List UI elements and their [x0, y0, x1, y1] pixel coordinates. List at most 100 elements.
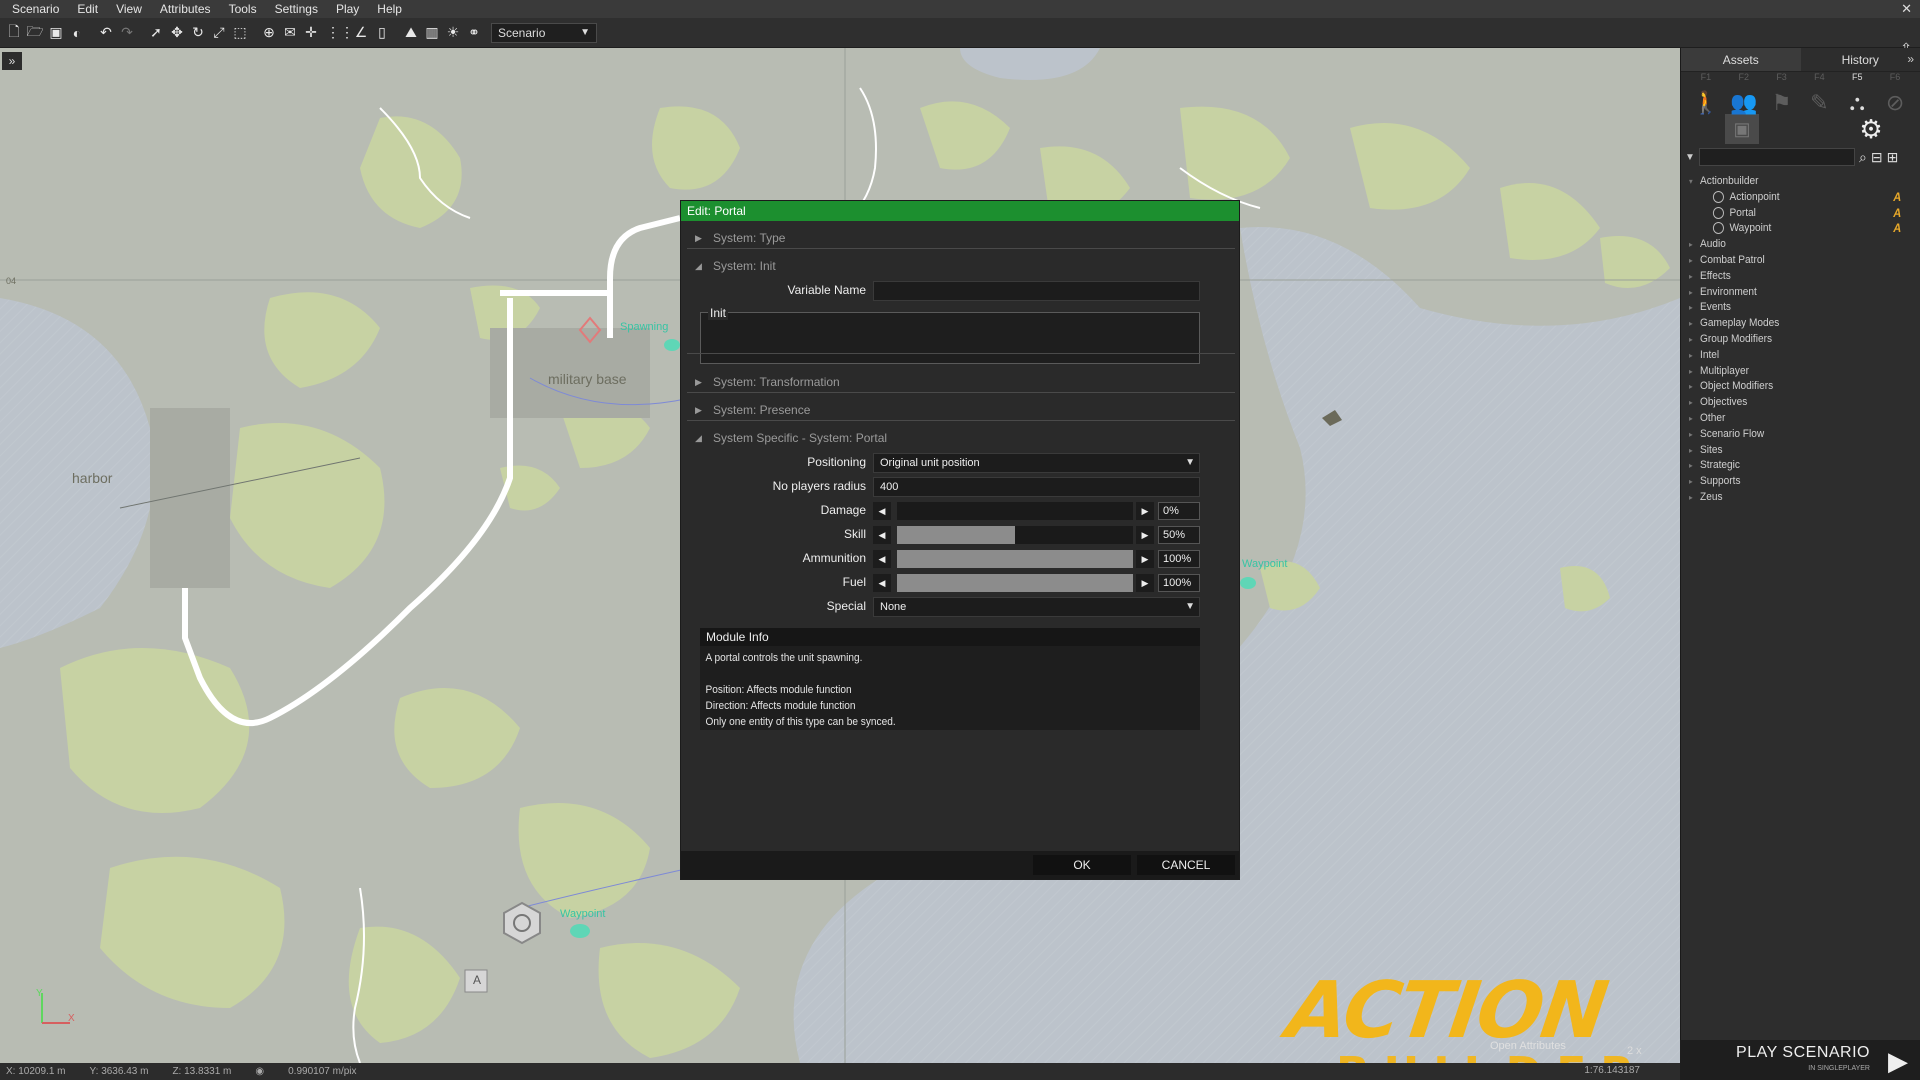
damage-track[interactable] — [897, 502, 1133, 520]
caret-right-icon[interactable]: ▸ — [1689, 237, 1700, 253]
tree-item[interactable]: ▸ Other — [1689, 411, 1902, 427]
caret-right-icon[interactable]: ▸ — [1689, 316, 1700, 332]
tree-child-item[interactable]: Portal A — [1689, 206, 1902, 222]
tree-item[interactable]: ▸ Zeus — [1689, 490, 1902, 506]
menu-help[interactable]: Help — [368, 0, 411, 18]
category-f4-marker[interactable]: F4 ✎ — [1800, 72, 1838, 115]
rotate-icon[interactable]: ↻ — [188, 22, 208, 44]
close-icon[interactable]: ✕ — [1901, 0, 1912, 18]
caret-right-icon[interactable]: ▸ — [1689, 458, 1700, 474]
slider-left-icon[interactable]: ◀ — [873, 550, 891, 568]
search-input[interactable] — [1699, 148, 1855, 166]
damage-slider[interactable]: ◀ ▶ 0% — [873, 501, 1200, 521]
play-scenario-button[interactable]: PLAY SCENARIO IN SINGLEPLAYER ▶ — [1680, 1040, 1920, 1080]
slider-left-icon[interactable]: ◀ — [873, 526, 891, 544]
caret-right-icon[interactable]: ▸ — [1689, 364, 1700, 380]
section-system-type[interactable]: ▶ System: Type — [687, 227, 1235, 249]
terrain-icon[interactable]: ⛰ — [401, 22, 421, 44]
chevron-down-icon[interactable]: ▼ — [1685, 152, 1697, 163]
collapse-left-icon[interactable]: » — [2, 52, 22, 70]
skill-value[interactable]: 50% — [1158, 526, 1200, 544]
tree-item[interactable]: ▸ Group Modifiers — [1689, 332, 1902, 348]
special-select[interactable]: None ▼ — [873, 597, 1200, 617]
grid-icon[interactable]: ⋮⋮ — [326, 22, 354, 44]
scenario-select[interactable]: Scenario ▼ — [491, 22, 597, 43]
caret-right-icon[interactable]: ▸ — [1689, 443, 1700, 459]
menu-view[interactable]: View — [107, 0, 151, 18]
tree-item[interactable]: ▸ Combat Patrol — [1689, 253, 1902, 269]
caret-right-icon[interactable]: ▸ — [1689, 253, 1700, 269]
vehicle-marker-icon[interactable]: A — [473, 973, 481, 987]
menu-play[interactable]: Play — [327, 0, 368, 18]
tree-child-item[interactable]: Waypoint A — [1689, 221, 1902, 237]
slider-right-icon[interactable]: ▶ — [1136, 550, 1154, 568]
collapse-all-icon[interactable]: ⊟ — [1871, 149, 1883, 166]
expand-all-icon[interactable]: ⊞ — [1887, 149, 1899, 166]
positioning-select[interactable]: Original unit position ▼ — [873, 453, 1200, 473]
skill-slider[interactable]: ◀ ▶ 50% — [873, 525, 1200, 545]
menu-edit[interactable]: Edit — [68, 0, 107, 18]
tree-item[interactable]: ▸ Intel — [1689, 348, 1902, 364]
tree-item[interactable]: ▸ Gameplay Modes — [1689, 316, 1902, 332]
crosshair-icon[interactable]: ✛ — [301, 22, 321, 44]
light-icon[interactable]: ☀ — [443, 22, 463, 44]
category-f3-waypoint[interactable]: F3 ⚑ — [1763, 72, 1801, 115]
slider-right-icon[interactable]: ▶ — [1136, 574, 1154, 592]
open-folder-icon[interactable]: 🗁 — [25, 22, 45, 44]
variable-name-input[interactable] — [873, 281, 1200, 301]
radius-input[interactable]: 400 — [873, 477, 1200, 497]
tree-item[interactable]: ▸ Scenario Flow — [1689, 427, 1902, 443]
gear-icon[interactable]: ⚙ — [1855, 113, 1887, 145]
slider-left-icon[interactable]: ◀ — [873, 574, 891, 592]
section-system-portal[interactable]: ◢ System Specific - System: Portal — [687, 427, 1235, 449]
ammo-value[interactable]: 100% — [1158, 550, 1200, 568]
publish-icon[interactable]: ◐ — [67, 22, 87, 44]
caret-right-icon[interactable]: ▸ — [1689, 332, 1700, 348]
category-f6-markers[interactable]: F6 ⊘ — [1876, 72, 1914, 115]
tree-item[interactable]: ▸ Objectives — [1689, 395, 1902, 411]
category-f5-systems[interactable]: F5 ⛬ — [1838, 72, 1876, 115]
tree-item[interactable]: ▸ Sites — [1689, 443, 1902, 459]
section-system-init[interactable]: ◢ System: Init — [687, 255, 1235, 277]
skill-track[interactable] — [897, 526, 1133, 544]
binoculars-icon[interactable]: ⚭ — [464, 22, 484, 44]
search-icon[interactable]: ⌕ — [1859, 149, 1867, 166]
tree-item[interactable]: ▾ Actionbuilder — [1689, 174, 1902, 190]
init-textarea[interactable] — [700, 312, 1200, 364]
fuel-slider[interactable]: ◀ ▶ 100% — [873, 573, 1200, 593]
vertical-grid-icon[interactable]: ▯ — [372, 22, 392, 44]
area-select-icon[interactable]: ⬚ — [230, 22, 250, 44]
globe-icon[interactable]: ⊕ — [259, 22, 279, 44]
tree-item[interactable]: ▸ Multiplayer — [1689, 364, 1902, 380]
tab-assets[interactable]: Assets — [1681, 48, 1801, 71]
logic-icon[interactable]: ▣ — [1725, 114, 1759, 144]
cancel-button[interactable]: CANCEL — [1137, 855, 1235, 875]
tree-item[interactable]: ▸ Strategic — [1689, 458, 1902, 474]
tree-item[interactable]: ▸ Object Modifiers — [1689, 379, 1902, 395]
new-file-icon[interactable]: 🗋 — [4, 22, 24, 44]
move-icon[interactable]: ✥ — [167, 22, 187, 44]
caret-right-icon[interactable]: ▸ — [1689, 395, 1700, 411]
fuel-track[interactable] — [897, 574, 1133, 592]
caret-right-icon[interactable]: ▸ — [1689, 379, 1700, 395]
caret-right-icon[interactable]: ▸ — [1689, 427, 1700, 443]
caret-down-icon[interactable]: ▾ — [1689, 174, 1700, 190]
collapse-right-icon[interactable]: » — [1907, 52, 1914, 66]
caret-right-icon[interactable]: ▸ — [1689, 474, 1700, 490]
tree-item[interactable]: ▸ Events — [1689, 300, 1902, 316]
select-icon[interactable]: ➚ — [146, 22, 166, 44]
slider-left-icon[interactable]: ◀ — [873, 502, 891, 520]
redo-icon[interactable]: ↷ — [117, 22, 137, 44]
menu-tools[interactable]: Tools — [220, 0, 266, 18]
section-system-presence[interactable]: ▶ System: Presence — [687, 399, 1235, 421]
undo-icon[interactable]: ↶ — [96, 22, 116, 44]
menu-attributes[interactable]: Attributes — [151, 0, 220, 18]
category-f2-group[interactable]: F2 👥 — [1725, 72, 1763, 115]
eye-icon[interactable]: ◉ — [255, 1066, 264, 1077]
menu-settings[interactable]: Settings — [266, 0, 327, 18]
tree-item[interactable]: ▸ Audio — [1689, 237, 1902, 253]
category-f1-soldier[interactable]: F1 🚶 — [1687, 72, 1725, 115]
fuel-value[interactable]: 100% — [1158, 574, 1200, 592]
caret-right-icon[interactable]: ▸ — [1689, 348, 1700, 364]
slider-right-icon[interactable]: ▶ — [1136, 502, 1154, 520]
